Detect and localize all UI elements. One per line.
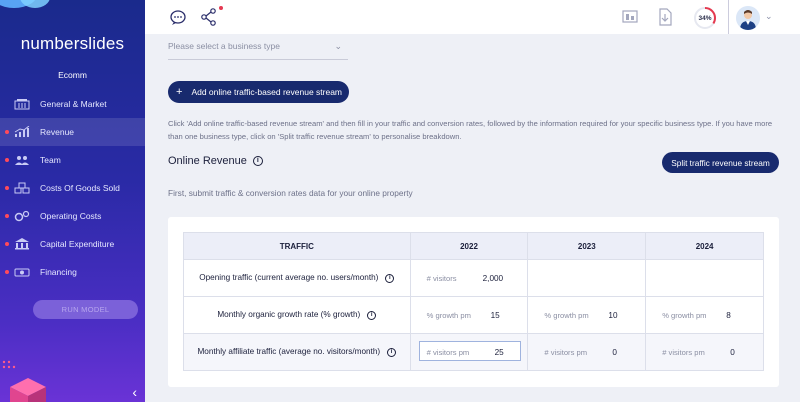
money-icon — [14, 268, 30, 277]
cell-placeholder: % growth pm — [426, 311, 471, 320]
team-icon — [15, 156, 29, 165]
sidebar-item-financing[interactable]: Financing — [0, 258, 145, 286]
cell-value: 25 — [494, 348, 504, 357]
traffic-table: TRAFFIC 2022 2023 2024 Opening traffic (… — [183, 232, 764, 371]
decorative-cubes — [2, 360, 46, 402]
sidebar-item-label: General & Market — [40, 99, 107, 109]
sidebar-item-label: Operating Costs — [40, 211, 102, 221]
app-logo[interactable]: numberslides — [0, 34, 145, 54]
table-header: 2024 — [645, 232, 764, 260]
sidebar-item-label: Revenue — [40, 127, 75, 137]
collapse-sidebar-button[interactable]: ‹ — [132, 384, 137, 400]
instructions-text: Click 'Add online traffic-based revenue … — [168, 119, 773, 141]
table-header: TRAFFIC — [183, 232, 411, 260]
cell-value: 8 — [726, 311, 731, 320]
share-icon[interactable] — [198, 6, 220, 28]
cell-value: 0 — [730, 348, 735, 357]
building-icon — [14, 99, 30, 110]
status-dot — [5, 158, 9, 162]
info-icon[interactable]: i — [385, 273, 395, 283]
decorative-blob — [20, 0, 50, 8]
cell-placeholder: # visitors — [426, 274, 457, 283]
user-avatar-icon — [736, 6, 760, 30]
gears-icon — [14, 210, 30, 222]
presentation-icon[interactable] — [619, 6, 641, 28]
status-dot — [5, 214, 9, 218]
chevron-down-icon: ⌄ — [334, 41, 342, 51]
chart-icon — [14, 126, 30, 137]
cell-value: 15 — [490, 311, 500, 320]
cell-value: 2,000 — [482, 274, 504, 283]
row-label: Opening traffic (current average no. use… — [183, 259, 411, 297]
row-label-text: Monthly affiliate traffic (average no. v… — [197, 347, 381, 357]
status-dot — [5, 186, 9, 190]
section-subtitle: First, submit traffic & conversion rates… — [168, 188, 413, 198]
status-dot — [5, 242, 9, 246]
table-header: 2022 — [409, 232, 529, 260]
download-icon[interactable] — [654, 6, 676, 28]
company-name: Ecomm — [58, 70, 87, 80]
row-label-text: Monthly organic growth rate (% growth) — [217, 310, 361, 320]
chevron-down-icon[interactable]: ⌄ — [765, 11, 773, 22]
cell-placeholder: # visitors pm — [662, 348, 705, 357]
section-title: Online Revenue i — [168, 155, 263, 167]
sidebar-item-cogs[interactable]: Costs Of Goods Sold — [0, 174, 145, 202]
add-revenue-stream-label: Add online traffic-based revenue stream — [191, 87, 343, 97]
cell-placeholder: # visitors pm — [426, 348, 470, 357]
input-cell[interactable]: # visitors pm 0 — [527, 333, 647, 371]
status-dot — [5, 270, 9, 274]
sidebar-item-label: Team — [40, 155, 61, 165]
top-bar: 34% ⌄ — [145, 0, 800, 34]
add-revenue-stream-button[interactable]: + Add online traffic-based revenue strea… — [168, 81, 349, 103]
table-row: Opening traffic (current average no. use… — [183, 259, 764, 297]
split-revenue-stream-button[interactable]: Split traffic revenue stream — [662, 152, 779, 173]
sidebar-item-operating-costs[interactable]: Operating Costs — [0, 202, 145, 230]
sidebar-item-label: Financing — [40, 267, 77, 277]
cell-value: 0 — [612, 348, 617, 357]
sidebar-item-revenue[interactable]: Revenue — [0, 118, 145, 146]
chat-icon[interactable] — [167, 6, 189, 28]
completion-percent: 34% — [698, 14, 712, 22]
bank-icon — [15, 238, 29, 250]
input-cell[interactable] — [527, 259, 647, 297]
table-header: 2023 — [527, 232, 647, 260]
row-label-text: Opening traffic (current average no. use… — [199, 273, 379, 283]
section-title-text: Online Revenue — [168, 155, 247, 167]
row-label: Monthly affiliate traffic (average no. v… — [183, 333, 411, 371]
info-icon[interactable]: i — [252, 156, 263, 166]
run-model-button[interactable]: RUN MODEL — [33, 300, 138, 319]
business-type-placeholder: Please select a business type — [168, 41, 280, 51]
header-divider — [728, 0, 729, 34]
input-cell[interactable]: # visitors pm 0 — [645, 333, 764, 371]
avatar[interactable] — [736, 6, 760, 30]
cell-placeholder: # visitors pm — [544, 348, 588, 357]
sidebar-nav: General & Market Revenue Team Costs Of G… — [0, 90, 145, 286]
input-cell-focused[interactable]: # visitors pm 25 — [409, 333, 529, 371]
status-dot — [5, 130, 9, 134]
plus-icon: + — [176, 86, 183, 98]
sidebar-item-label: Capital Expenditure — [40, 239, 115, 249]
info-icon[interactable]: i — [367, 310, 377, 320]
cell-value: 10 — [608, 311, 618, 320]
sidebar-item-team[interactable]: Team — [0, 146, 145, 174]
input-cell[interactable] — [645, 259, 764, 297]
table-row: Monthly organic growth rate (% growth) i … — [183, 296, 764, 334]
boxes-icon — [14, 182, 30, 194]
input-cell[interactable]: % growth pm 8 — [645, 296, 764, 334]
cell-placeholder: % growth pm — [544, 311, 589, 320]
sidebar: numberslides Ecomm General & Market Reve… — [0, 0, 145, 402]
row-label: Monthly organic growth rate (% growth) i — [183, 296, 411, 334]
sidebar-item-label: Costs Of Goods Sold — [40, 183, 120, 193]
input-cell[interactable]: % growth pm 10 — [527, 296, 647, 334]
traffic-card: TRAFFIC 2022 2023 2024 Opening traffic (… — [168, 217, 779, 387]
sidebar-item-general-market[interactable]: General & Market — [0, 90, 145, 118]
cell-placeholder: % growth pm — [662, 311, 707, 320]
table-row: Monthly affiliate traffic (average no. v… — [183, 333, 764, 371]
input-cell[interactable]: % growth pm 15 — [409, 296, 529, 334]
input-cell[interactable]: # visitors 2,000 — [409, 259, 529, 297]
business-type-select[interactable]: Please select a business type ⌄ — [168, 36, 348, 60]
info-icon[interactable]: i — [387, 347, 397, 357]
sidebar-item-capex[interactable]: Capital Expenditure — [0, 230, 145, 258]
